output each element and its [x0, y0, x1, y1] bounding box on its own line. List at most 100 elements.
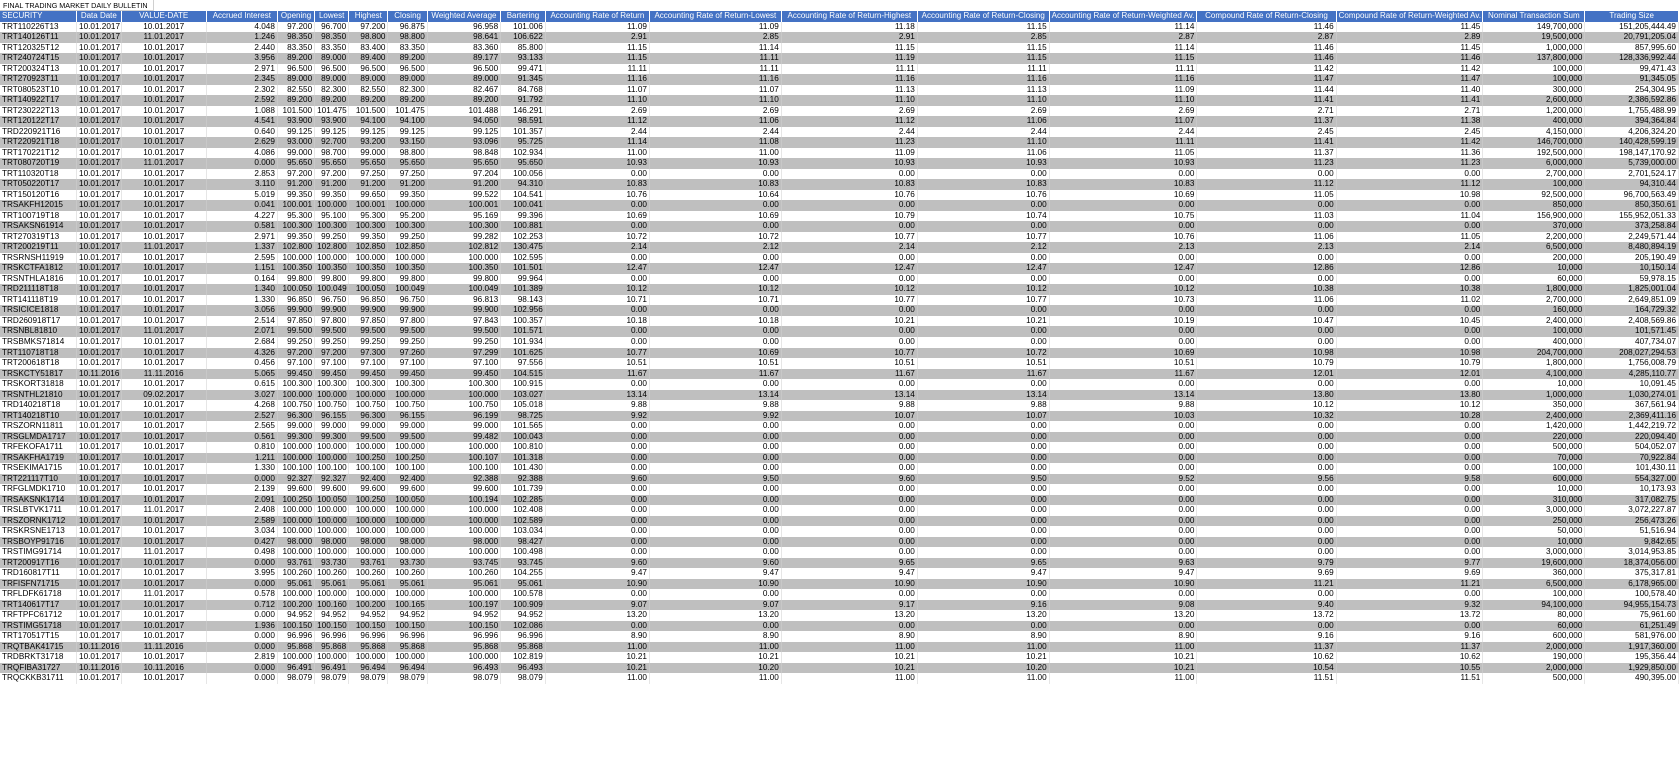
table-cell[interactable]: 100.160 — [314, 599, 350, 611]
table-cell[interactable]: 10.77 — [781, 231, 918, 243]
table-cell[interactable]: 1.340 — [206, 284, 278, 295]
table-cell[interactable]: 10.21 — [1049, 662, 1198, 674]
bulletin-title-cell[interactable]: FINAL TRADING MARKET DAILY BULLETIN — [0, 0, 154, 11]
table-cell[interactable]: 95.650 — [500, 158, 546, 169]
table-cell[interactable]: 0.00 — [545, 273, 650, 285]
table-cell[interactable]: 10.01.2017 — [76, 53, 122, 64]
table-cell[interactable]: 10.01.2017 — [121, 179, 207, 190]
table-cell[interactable]: 2.45 — [1196, 126, 1337, 138]
table-cell[interactable]: 96.996 — [387, 631, 428, 642]
table-cell[interactable]: 2.85 — [649, 32, 782, 43]
table-cell[interactable]: 100.000 — [427, 252, 502, 264]
table-cell[interactable]: 83.350 — [314, 42, 350, 54]
table-cell[interactable]: 2.69 — [649, 105, 782, 117]
table-cell[interactable]: 0.00 — [917, 463, 1050, 474]
table-cell[interactable]: 13.20 — [917, 610, 1050, 621]
table-cell[interactable]: 99.125 — [348, 126, 389, 138]
table-cell[interactable]: 10.01.2017 — [121, 315, 207, 327]
table-cell[interactable]: 13.14 — [1049, 389, 1198, 401]
table-cell[interactable]: 99.900 — [348, 305, 389, 316]
table-cell[interactable]: 100.000 — [314, 589, 350, 600]
table-cell[interactable]: 11.05 — [1336, 231, 1484, 243]
table-cell[interactable]: 0.00 — [545, 431, 650, 443]
table-cell[interactable]: 10.01.2017 — [76, 231, 122, 243]
table-cell[interactable]: 0.00 — [545, 421, 650, 432]
table-cell[interactable]: 10.07 — [781, 410, 918, 422]
table-cell[interactable]: 99.000 — [348, 147, 389, 159]
table-cell[interactable]: 0.00 — [1196, 505, 1337, 516]
table-cell[interactable]: 2.071 — [206, 326, 278, 337]
table-cell[interactable]: 99.800 — [348, 273, 389, 285]
table-cell[interactable]: 100.000 — [348, 389, 389, 401]
security-cell[interactable]: TRD160817T11 — [0, 568, 78, 579]
table-cell[interactable]: 100.150 — [277, 620, 316, 632]
table-cell[interactable]: 0.00 — [1049, 494, 1198, 506]
table-cell[interactable]: 850,350.61 — [1584, 200, 1679, 211]
table-cell[interactable]: 100.001 — [427, 200, 502, 211]
table-cell[interactable]: 0.00 — [917, 326, 1050, 337]
table-cell[interactable]: 0.00 — [1336, 168, 1484, 180]
table-cell[interactable]: 100.260 — [348, 568, 389, 579]
security-cell[interactable]: TRT141118T19 — [0, 294, 78, 306]
table-cell[interactable]: 0.561 — [206, 431, 278, 443]
security-cell[interactable]: TRSZORNK1712 — [0, 515, 78, 527]
table-cell[interactable]: 0.00 — [917, 526, 1050, 537]
table-cell[interactable]: 4,285,110.77 — [1584, 368, 1679, 380]
table-cell[interactable]: 190,000 — [1482, 652, 1586, 663]
table-cell[interactable]: 0.00 — [917, 452, 1050, 464]
table-cell[interactable]: 2,600,000 — [1482, 95, 1586, 106]
table-cell[interactable]: 11.07 — [649, 84, 782, 96]
table-cell[interactable]: 100.000 — [314, 505, 350, 516]
table-cell[interactable]: 0.00 — [781, 515, 918, 527]
security-cell[interactable]: TRT120325T12 — [0, 42, 78, 54]
table-cell[interactable]: 254,304.95 — [1584, 84, 1679, 96]
table-cell[interactable]: 99,471.43 — [1584, 63, 1679, 75]
table-cell[interactable]: 10.01.2017 — [121, 263, 207, 274]
table-cell[interactable]: 10.47 — [1196, 315, 1337, 327]
table-cell[interactable]: 11.37 — [1196, 147, 1337, 159]
column-header[interactable]: VALUE-DATE — [121, 11, 207, 22]
table-cell[interactable]: 10.51 — [545, 358, 650, 369]
table-cell[interactable]: 10.79 — [781, 210, 918, 222]
table-cell[interactable]: 0.00 — [1049, 526, 1198, 537]
security-cell[interactable]: TRSGLMDA1717 — [0, 431, 78, 443]
table-cell[interactable]: 0.00 — [1196, 536, 1337, 548]
table-cell[interactable]: 0.00 — [781, 463, 918, 474]
security-cell[interactable]: TRT270923T11 — [0, 74, 78, 85]
security-cell[interactable]: TRFGLMDK1710 — [0, 484, 78, 495]
table-cell[interactable]: 1.330 — [206, 294, 278, 306]
table-cell[interactable]: 6,500,000 — [1482, 242, 1586, 253]
table-cell[interactable]: 11.09 — [1049, 84, 1198, 96]
table-cell[interactable]: 100.915 — [500, 379, 546, 390]
security-cell[interactable]: TRT200219T11 — [0, 242, 78, 253]
table-cell[interactable]: 98.000 — [427, 536, 502, 548]
table-cell[interactable]: 10.62 — [1336, 652, 1484, 663]
table-cell[interactable]: 100.000 — [314, 452, 350, 464]
table-cell[interactable]: 100,000 — [1482, 63, 1586, 75]
table-cell[interactable]: 1,800,000 — [1482, 358, 1586, 369]
table-cell[interactable]: 95.650 — [348, 158, 389, 169]
table-cell[interactable]: 2.139 — [206, 484, 278, 495]
table-cell[interactable]: 0.00 — [1196, 221, 1337, 232]
table-cell[interactable]: 10.76 — [1049, 231, 1198, 243]
table-cell[interactable]: 96.996 — [348, 631, 389, 642]
table-cell[interactable]: 18,374,056.00 — [1584, 557, 1679, 569]
table-cell[interactable]: 0.00 — [781, 326, 918, 337]
table-cell[interactable]: 10.01.2017 — [76, 158, 122, 169]
table-cell[interactable]: 10.12 — [917, 284, 1050, 295]
table-cell[interactable]: 11.02 — [1336, 294, 1484, 306]
table-cell[interactable]: 11.18 — [781, 21, 918, 33]
table-cell[interactable]: 10.01.2017 — [121, 53, 207, 64]
table-cell[interactable]: 2.87 — [1196, 32, 1337, 43]
table-cell[interactable]: 195,356.44 — [1584, 652, 1679, 663]
table-cell[interactable]: 10.77 — [781, 347, 918, 359]
table-cell[interactable]: 96.500 — [314, 63, 350, 75]
security-cell[interactable]: TRSNTHLA1816 — [0, 273, 78, 285]
table-cell[interactable]: 10.21 — [781, 662, 918, 674]
table-cell[interactable]: 0.00 — [917, 252, 1050, 264]
table-cell[interactable]: 95.061 — [348, 578, 389, 590]
table-cell[interactable]: 0.00 — [649, 442, 782, 453]
table-cell[interactable]: 10.01.2017 — [76, 389, 122, 401]
table-cell[interactable]: 0.00 — [781, 589, 918, 600]
table-cell[interactable]: 11.06 — [649, 116, 782, 127]
